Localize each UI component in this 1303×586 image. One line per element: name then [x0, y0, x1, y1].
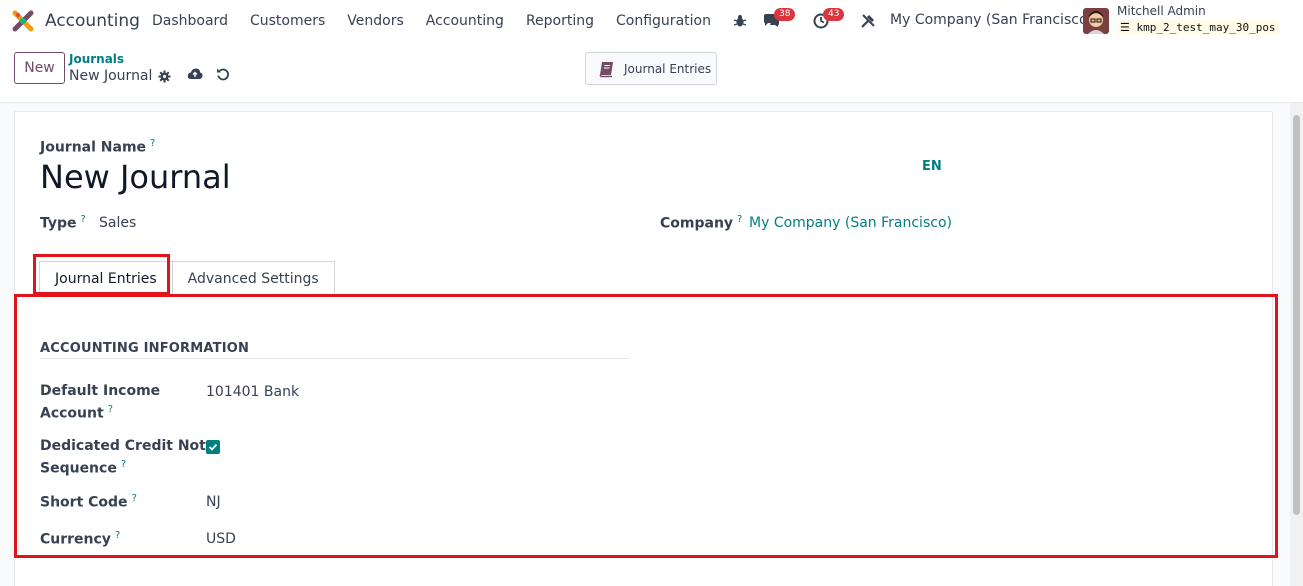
- scrollbar-thumb[interactable]: [1293, 115, 1300, 515]
- breadcrumb-journals[interactable]: Journals: [69, 52, 124, 66]
- tab-journal-entries[interactable]: Journal Entries: [39, 261, 173, 296]
- short-code-label: Short Code?: [40, 493, 137, 511]
- scrollbar[interactable]: [1290, 103, 1303, 586]
- company-label-text: Company: [660, 215, 734, 232]
- help-tooltip-icon[interactable]: ?: [115, 530, 120, 541]
- new-button[interactable]: New: [14, 52, 65, 84]
- type-select[interactable]: Sales: [99, 215, 136, 231]
- database-name-text: kmp_2_test_may_30_pos: [1136, 21, 1276, 34]
- database-name: ☰ kmp_2_test_may_30_pos: [1117, 20, 1279, 35]
- menu-vendors[interactable]: Vendors: [336, 0, 414, 42]
- section-accounting-information: ACCOUNTING INFORMATION: [40, 341, 250, 356]
- user-name[interactable]: Mitchell Admin: [1117, 4, 1206, 18]
- short-code-field[interactable]: NJ: [206, 494, 221, 510]
- discard-undo-icon[interactable]: [215, 66, 231, 82]
- activities-count-badge: 43: [823, 8, 845, 21]
- menu-accounting[interactable]: Accounting: [415, 0, 515, 42]
- credit-note-label-line1: Dedicated Credit Note: [40, 438, 216, 454]
- gear-icon[interactable]: [156, 68, 172, 84]
- breadcrumb-current: New Journal: [69, 68, 153, 84]
- menu-configuration[interactable]: Configuration: [605, 0, 722, 42]
- smart-button-label: Journal Entries: [624, 61, 712, 76]
- tab-advanced-settings[interactable]: Advanced Settings: [171, 261, 335, 296]
- activities-icon[interactable]: [810, 0, 832, 42]
- menu-customers[interactable]: Customers: [239, 0, 336, 42]
- company-label: Company?: [660, 214, 742, 232]
- income-account-field[interactable]: 101401 Bank: [206, 384, 299, 400]
- income-account-label-line2: Account: [40, 405, 104, 422]
- help-tooltip-icon[interactable]: ?: [150, 138, 155, 149]
- form-sheet: Journal Name? New Journal EN Type? Sales…: [14, 111, 1274, 586]
- help-tooltip-icon[interactable]: ?: [108, 404, 113, 415]
- menu-dashboard[interactable]: Dashboard: [141, 0, 239, 42]
- currency-label: Currency?: [40, 530, 120, 548]
- company-switcher[interactable]: My Company (San Francisco): [890, 12, 1093, 28]
- tools-icon[interactable]: [858, 0, 878, 42]
- checkmark-icon: [208, 443, 218, 451]
- save-cloud-icon[interactable]: [187, 66, 203, 82]
- credit-note-label-line2: Sequence: [40, 460, 117, 477]
- app-name[interactable]: Accounting: [45, 11, 140, 31]
- main-menu: Dashboard Customers Vendors Accounting R…: [141, 0, 722, 42]
- debug-icon[interactable]: [730, 0, 750, 42]
- journal-name-label: Journal Name?: [40, 138, 155, 156]
- currency-label-text: Currency: [40, 531, 111, 548]
- journal-name-label-text: Journal Name: [40, 139, 147, 156]
- notebook-tabs: Journal Entries Advanced Settings: [39, 261, 335, 296]
- section-divider: [40, 358, 629, 359]
- type-label: Type?: [40, 214, 86, 232]
- income-account-label: Account?: [40, 404, 113, 422]
- short-code-label-text: Short Code: [40, 494, 128, 511]
- control-panel: New Journals New Journal Journal Entries: [0, 42, 1303, 103]
- help-tooltip-icon[interactable]: ?: [81, 214, 86, 225]
- messages-icon[interactable]: [760, 0, 782, 42]
- top-navbar: Accounting Dashboard Customers Vendors A…: [0, 0, 1303, 42]
- language-button[interactable]: EN: [922, 159, 942, 174]
- messages-count-badge: 38: [774, 8, 796, 21]
- user-avatar[interactable]: [1083, 8, 1109, 34]
- help-tooltip-icon[interactable]: ?: [132, 493, 137, 504]
- type-label-text: Type: [40, 215, 77, 232]
- company-field[interactable]: My Company (San Francisco): [749, 215, 952, 231]
- journal-entries-smart-button[interactable]: Journal Entries: [585, 52, 717, 85]
- credit-note-checkbox[interactable]: [206, 440, 220, 454]
- accounting-app-icon[interactable]: [12, 10, 34, 32]
- credit-note-label: Sequence?: [40, 459, 126, 477]
- help-tooltip-icon[interactable]: ?: [737, 214, 742, 225]
- currency-field[interactable]: USD: [206, 531, 236, 547]
- book-icon: [599, 61, 613, 77]
- income-account-label-line1: Default Income: [40, 383, 161, 399]
- help-tooltip-icon[interactable]: ?: [121, 459, 126, 470]
- menu-reporting[interactable]: Reporting: [515, 0, 605, 42]
- journal-name-input[interactable]: New Journal: [40, 158, 231, 196]
